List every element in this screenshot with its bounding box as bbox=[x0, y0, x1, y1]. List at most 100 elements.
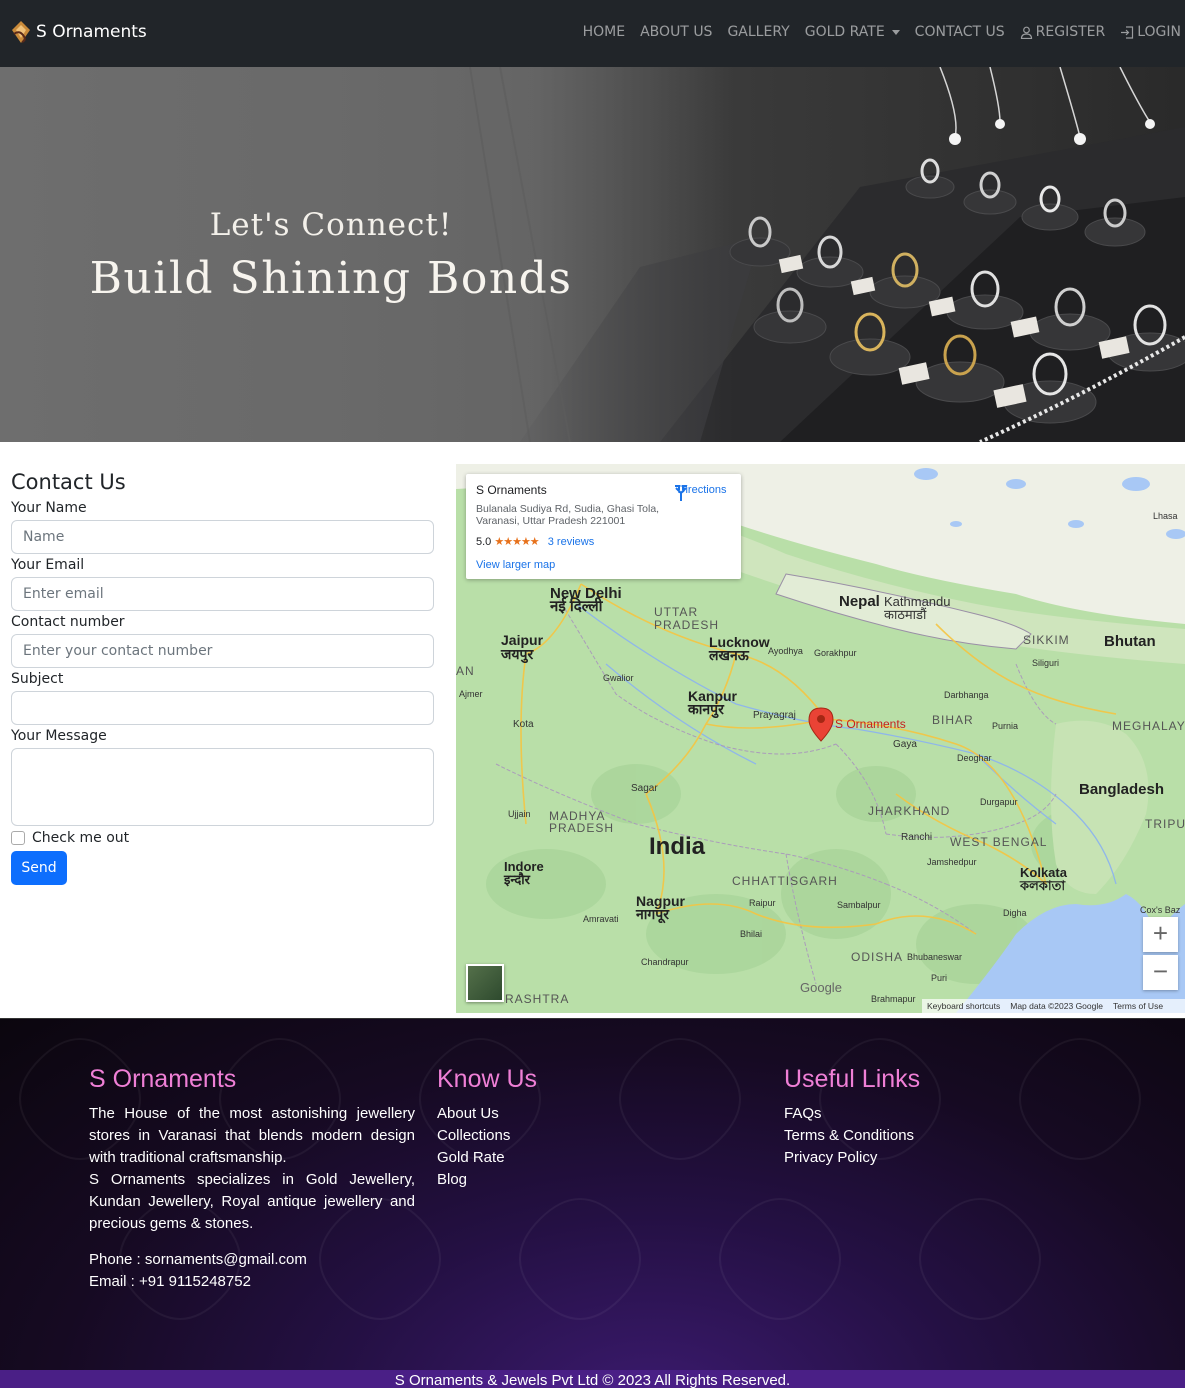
brand-link[interactable]: S Ornaments bbox=[10, 20, 147, 44]
map-label-an: AN bbox=[456, 664, 475, 678]
view-larger-map-link[interactable]: View larger map bbox=[476, 559, 555, 571]
map-label-indore: Indore इन्दौर bbox=[504, 859, 544, 887]
map-label-maharashtra: RASHTRA bbox=[505, 992, 570, 1006]
subject-input[interactable] bbox=[11, 691, 434, 725]
footer-about-column: S Ornaments The House of the most astoni… bbox=[89, 1065, 415, 1293]
map-label-india: India bbox=[649, 833, 706, 860]
nav-gold-rate-dropdown[interactable]: GOLD RATE bbox=[805, 24, 900, 40]
nav-register[interactable]: REGISTER bbox=[1020, 24, 1105, 40]
hero-banner: Let's Connect! Build Shining Bonds bbox=[0, 67, 1185, 442]
nav-contact[interactable]: CONTACT US bbox=[915, 24, 1005, 40]
contact-form: Contact Us Your Name Name Your Email Ent… bbox=[11, 442, 434, 885]
map-label-lhasa: Lhasa bbox=[1153, 511, 1178, 521]
location-pin-icon[interactable] bbox=[808, 707, 834, 742]
footer-link-terms[interactable]: Terms & Conditions bbox=[784, 1125, 920, 1147]
brand-name: S Ornaments bbox=[36, 22, 147, 42]
map-label-coxs-bazar: Cox's Baz bbox=[1140, 905, 1181, 915]
hero-subtitle: Let's Connect! bbox=[209, 207, 453, 243]
nav-login[interactable]: LOGIN bbox=[1120, 24, 1181, 40]
map-label-ayodhya: Ayodhya bbox=[768, 646, 803, 656]
map-label-jaipur: Jaipur जयपुर bbox=[501, 632, 544, 662]
directions-icon bbox=[675, 485, 687, 501]
footer-phone: Phone : sornaments@gmail.com bbox=[89, 1251, 307, 1268]
copyright-bar: S Ornaments & Jewels Pvt Ltd © 2023 All … bbox=[0, 1370, 1185, 1388]
map-label-odisha: ODISHA bbox=[851, 950, 904, 964]
map-data-credit: Map data ©2023 Google bbox=[1010, 1001, 1103, 1011]
footer-know-us-heading: Know Us bbox=[437, 1065, 538, 1093]
map-label-chhattisgarh: CHHATTISGARH bbox=[732, 874, 838, 888]
footer-link-collections[interactable]: Collections bbox=[437, 1125, 537, 1147]
map-label-prayagraj: Prayagraj bbox=[753, 710, 796, 721]
map-label-ujjain: Ujjain bbox=[508, 809, 531, 819]
subject-label: Subject bbox=[11, 671, 64, 687]
name-label: Your Name bbox=[11, 500, 87, 516]
diamond-logo-icon bbox=[12, 21, 30, 43]
map-label-amravati: Amravati bbox=[583, 914, 619, 924]
nav-links: HOME ABOUT US GALLERY GOLD RATE CONTACT … bbox=[583, 24, 1181, 40]
map-label-tripura: TRIPU bbox=[1145, 817, 1185, 831]
nav-gallery[interactable]: GALLERY bbox=[727, 24, 789, 40]
map-label-uttar-pradesh: UTTAR PRADESH bbox=[654, 605, 720, 632]
zoom-out-button[interactable]: − bbox=[1143, 955, 1178, 990]
footer-link-gold-rate[interactable]: Gold Rate bbox=[437, 1147, 537, 1169]
google-logo: Google bbox=[800, 980, 842, 995]
email-placeholder: Enter email bbox=[23, 586, 104, 602]
phone-input[interactable]: Enter your contact number bbox=[11, 634, 434, 668]
message-textarea[interactable] bbox=[11, 748, 434, 826]
map-label-s-ornaments[interactable]: S Ornaments bbox=[835, 717, 906, 731]
footer-link-privacy[interactable]: Privacy Policy bbox=[784, 1147, 920, 1169]
map-label-nepal: Nepal bbox=[839, 593, 880, 610]
user-icon bbox=[1020, 26, 1032, 39]
email-label: Your Email bbox=[11, 557, 85, 573]
map-label-ajmer: Ajmer bbox=[459, 689, 483, 699]
footer-link-blog[interactable]: Blog bbox=[437, 1169, 537, 1191]
map-label-gwalior: Gwalior bbox=[603, 673, 634, 683]
map-label-sambalpur: Sambalpur bbox=[837, 900, 881, 910]
keyboard-shortcuts-link[interactable]: Keyboard shortcuts bbox=[927, 1001, 1000, 1011]
map-label-sagar: Sagar bbox=[631, 783, 658, 794]
google-map[interactable]: New Delhi नई दिल्ली UTTAR PRADESH Nepal K… bbox=[456, 464, 1185, 1013]
footer-link-about-us[interactable]: About Us bbox=[437, 1103, 537, 1125]
check-me-out-checkbox[interactable] bbox=[11, 831, 25, 845]
map-label-gaya: Gaya bbox=[893, 739, 917, 750]
send-button[interactable]: Send bbox=[11, 851, 67, 885]
map-info-card: S Ornaments Bulanala Sudiya Rd, Sudia, G… bbox=[466, 474, 741, 579]
map-label-kota: Kota bbox=[513, 719, 534, 730]
map-label-siliguri: Siliguri bbox=[1032, 658, 1060, 668]
map-label-chandrapur: Chandrapur bbox=[641, 957, 689, 967]
footer-link-faqs[interactable]: FAQs bbox=[784, 1103, 920, 1125]
footer-about-text-2: S Ornaments specializes in Gold Jeweller… bbox=[89, 1171, 415, 1232]
map-label-bhutan: Bhutan bbox=[1104, 633, 1156, 650]
nav-gold-rate-label: GOLD RATE bbox=[804, 24, 885, 40]
map-card-rating-value: 5.0 bbox=[476, 536, 492, 548]
map-label-bihar: BIHAR bbox=[932, 713, 974, 727]
map-card-reviews-link[interactable]: 3 reviews bbox=[548, 536, 594, 548]
check-me-out-label: Check me out bbox=[32, 830, 130, 846]
site-footer: S Ornaments The House of the most astoni… bbox=[0, 1018, 1185, 1370]
phone-label: Contact number bbox=[11, 614, 125, 630]
name-input[interactable]: Name bbox=[11, 520, 434, 554]
map-label-bhilai: Bhilai bbox=[740, 929, 763, 939]
map-label-madhya-pradesh: MADHYA PRADESH bbox=[549, 809, 615, 835]
map-label-deoghar: Deoghar bbox=[957, 753, 992, 763]
nav-home[interactable]: HOME bbox=[583, 24, 625, 40]
map-label-brahmapur: Brahmapur bbox=[871, 994, 916, 1004]
nav-login-label: LOGIN bbox=[1137, 24, 1181, 40]
map-card-address: Bulanala Sudiya Rd, Sudia, Ghasi Tola, V… bbox=[476, 503, 660, 527]
map-label-bhubaneswar: Bhubaneswar bbox=[907, 952, 963, 962]
map-label-kolkata: Kolkata কলকাতা bbox=[1020, 865, 1067, 893]
email-input[interactable]: Enter email bbox=[11, 577, 434, 611]
satellite-toggle[interactable] bbox=[466, 964, 504, 1002]
check-me-out[interactable]: Check me out bbox=[11, 830, 434, 846]
zoom-in-button[interactable]: + bbox=[1143, 917, 1178, 952]
nav-about[interactable]: ABOUT US bbox=[640, 24, 712, 40]
caret-down-icon bbox=[891, 29, 900, 35]
directions-button[interactable]: Directions bbox=[672, 484, 732, 501]
map-label-gorakhpur: Gorakhpur bbox=[814, 648, 857, 658]
map-label-jamshedpur: Jamshedpur bbox=[927, 857, 977, 867]
map-label-digha: Digha bbox=[1003, 908, 1027, 918]
map-label-darbhanga: Darbhanga bbox=[944, 690, 989, 700]
terms-of-use-link[interactable]: Terms of Use bbox=[1113, 1001, 1163, 1011]
hero-title: Build Shining Bonds bbox=[89, 253, 573, 304]
map-label-west-bengal: WEST BENGAL bbox=[950, 835, 1048, 849]
